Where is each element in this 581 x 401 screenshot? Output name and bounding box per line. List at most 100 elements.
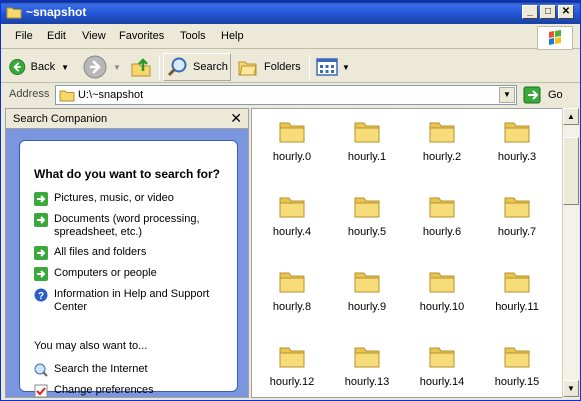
change-preferences-option[interactable]: Change preferences [34, 384, 232, 398]
address-dropdown-button[interactable]: ▼ [499, 87, 515, 103]
folder-icon [6, 7, 22, 19]
search-option-computers[interactable]: Computers or people [34, 267, 232, 281]
up-folder-button[interactable] [129, 53, 155, 81]
chevron-down-icon[interactable]: ▼ [61, 63, 69, 72]
menu-file[interactable]: File [15, 30, 33, 42]
close-icon[interactable]: ✕ [230, 110, 242, 127]
folder-name: hourly.4 [272, 226, 312, 238]
folder-item[interactable]: hourly.5 [336, 184, 398, 244]
menu-tools[interactable]: Tools [180, 30, 206, 42]
green-arrow-icon [34, 267, 48, 281]
folder-icon [354, 272, 380, 293]
folder-item[interactable]: hourly.0 [261, 109, 323, 169]
folder-name: hourly.11 [495, 301, 539, 313]
folder-name: hourly.6 [422, 226, 462, 238]
folder-icon [429, 122, 455, 143]
title-bar[interactable]: ~snapshot _ □ ✕ [1, 1, 580, 24]
folder-item[interactable]: hourly.7 [486, 184, 548, 244]
menu-help[interactable]: Help [221, 30, 244, 42]
green-arrow-icon [34, 192, 48, 206]
address-input[interactable]: U:\~snapshot ▼ [55, 85, 517, 105]
folder-icon [429, 272, 455, 293]
folder-item[interactable]: hourly.9 [336, 259, 398, 319]
folder-icon [354, 347, 380, 368]
folder-item[interactable]: hourly.10 [411, 259, 473, 319]
folder-item[interactable]: hourly.11 [486, 259, 548, 319]
views-button[interactable]: ▼ [315, 53, 351, 81]
search-option-documents[interactable]: Documents (word processing, spreadsheet,… [34, 213, 232, 239]
folder-item[interactable]: hourly.4 [261, 184, 323, 244]
folder-icon [504, 197, 530, 218]
folder-name: hourly.8 [272, 301, 312, 313]
folder-item[interactable]: hourly.12 [261, 334, 323, 394]
folder-item[interactable]: hourly.3 [486, 109, 548, 169]
folder-icon [504, 272, 530, 293]
folders-label: Folders [264, 61, 301, 73]
green-arrow-icon [34, 213, 48, 227]
folder-icon [59, 90, 75, 102]
folder-item[interactable]: hourly.8 [261, 259, 323, 319]
search-companion-header: Search Companion ✕ [6, 109, 248, 129]
scroll-up-button[interactable]: ▲ [563, 108, 579, 125]
folder-name: hourly.3 [497, 151, 537, 163]
search-option-all-files[interactable]: All files and folders [34, 246, 232, 260]
folder-icon [429, 197, 455, 218]
minimize-button[interactable]: _ [522, 5, 538, 19]
search-options-card: What do you want to search for? Pictures… [19, 140, 238, 398]
folder-name: hourly.7 [497, 226, 537, 238]
folders-icon [238, 61, 257, 76]
scroll-thumb[interactable] [563, 137, 579, 205]
folder-icon [504, 122, 530, 143]
back-button[interactable]: Back ▼ [9, 53, 69, 81]
close-button[interactable]: ✕ [558, 5, 574, 19]
folder-icon [504, 347, 530, 368]
file-view: hourly.0 hourly.1 hourly.2 hourly.3 hourly.4… [251, 108, 562, 398]
folder-icon [354, 197, 380, 218]
go-button[interactable]: Go [523, 85, 563, 105]
folder-item[interactable]: hourly.14 [411, 334, 473, 394]
explorer-window: ~snapshot _ □ ✕ File Edit View Favorites… [0, 0, 581, 401]
window-title: ~snapshot [26, 5, 87, 19]
search-option-label: Information in Help and Support Center [54, 288, 210, 313]
toolbar-separator [309, 55, 310, 79]
forward-button[interactable]: ▼ [83, 53, 121, 81]
folder-name: hourly.13 [344, 376, 390, 388]
folders-button[interactable]: Folders [237, 53, 303, 81]
folder-item[interactable]: hourly.15 [486, 334, 548, 394]
up-folder-icon [131, 58, 151, 77]
search-companion-body: What do you want to search for? Pictures… [6, 129, 248, 398]
search-option-label: Documents (word processing, spreadsheet,… [54, 213, 200, 238]
chevron-down-icon[interactable]: ▼ [342, 63, 350, 72]
search-option-help[interactable]: ? Information in Help and Support Center [34, 288, 232, 314]
search-option-pictures[interactable]: Pictures, music, or video [34, 192, 232, 206]
folder-icon [279, 122, 305, 143]
also-option-label: Search the Internet [54, 363, 148, 375]
folder-icon [429, 347, 455, 368]
folder-item[interactable]: hourly.2 [411, 109, 473, 169]
toolbar: Back ▼ ▼ Search Folders ▼ [1, 51, 580, 83]
search-internet-option[interactable]: Search the Internet [34, 363, 232, 377]
windows-logo [537, 26, 573, 50]
folder-name: hourly.12 [269, 376, 315, 388]
search-button[interactable]: Search [163, 53, 231, 81]
folder-item[interactable]: hourly.13 [336, 334, 398, 394]
folder-item[interactable]: hourly.1 [336, 109, 398, 169]
folder-name: hourly.14 [419, 376, 465, 388]
maximize-button[interactable]: □ [540, 5, 556, 19]
menu-edit[interactable]: Edit [47, 30, 66, 42]
also-option-label: Change preferences [54, 384, 154, 396]
help-icon: ? [34, 288, 48, 302]
vertical-scrollbar[interactable]: ▲ ▼ [562, 108, 579, 398]
menu-favorites[interactable]: Favorites [119, 30, 164, 42]
address-bar: Address U:\~snapshot ▼ Go [1, 84, 580, 106]
menu-view[interactable]: View [82, 30, 106, 42]
chevron-down-icon[interactable]: ▼ [113, 63, 121, 72]
folder-item[interactable]: hourly.6 [411, 184, 473, 244]
search-option-label: Computers or people [54, 267, 157, 279]
preferences-icon [34, 384, 48, 398]
scroll-down-button[interactable]: ▼ [563, 380, 579, 397]
also-want-label: You may also want to... [34, 340, 148, 352]
search-option-label: Pictures, music, or video [54, 192, 174, 204]
folder-name: hourly.0 [272, 151, 312, 163]
folder-name: hourly.2 [422, 151, 462, 163]
